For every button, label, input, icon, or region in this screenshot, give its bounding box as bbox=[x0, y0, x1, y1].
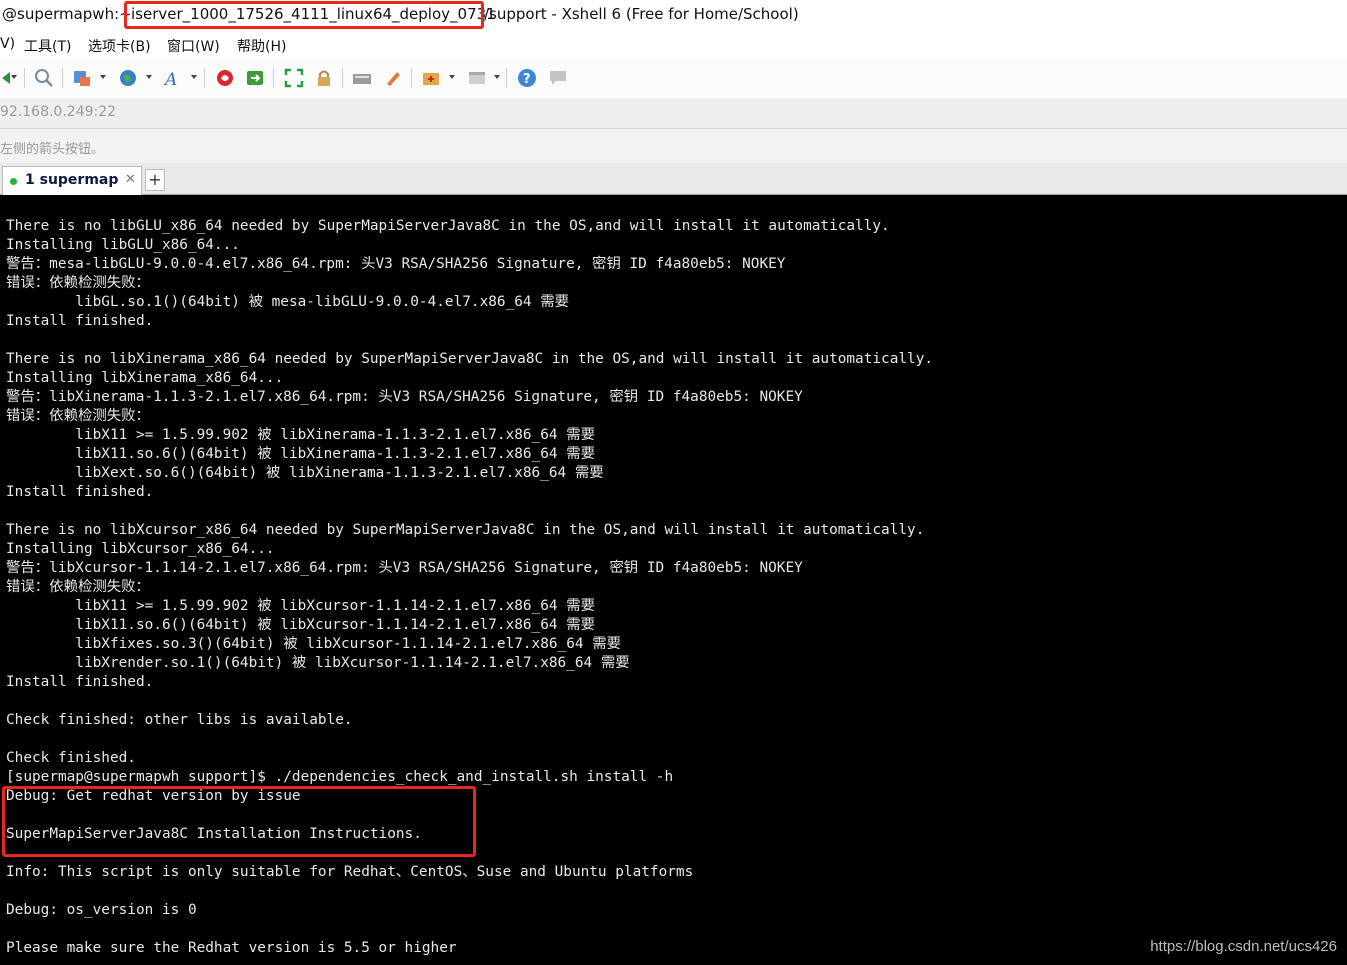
terminal-line: There is no libXinerama_x86_64 needed by… bbox=[6, 351, 934, 367]
terminal-line: Installing libXcursor_x86_64... bbox=[6, 541, 275, 557]
toolbar-separator bbox=[62, 68, 63, 88]
terminal-line: Installing libGLU_x86_64... bbox=[6, 237, 240, 253]
terminal-line: Installing libXinerama_x86_64... bbox=[6, 370, 284, 386]
watermark: https://blog.csdn.net/ucs426 bbox=[1150, 938, 1337, 955]
keyboard-icon[interactable] bbox=[352, 68, 372, 88]
toolbar-separator bbox=[342, 68, 343, 88]
terminal-line: 错误：依赖检测失败： bbox=[6, 579, 150, 595]
menu-item-window[interactable]: 窗口(W) bbox=[167, 36, 220, 56]
terminal-line: libXrender.so.1()(64bit) 被 libXcursor-1.… bbox=[6, 655, 630, 671]
terminal-output[interactable]: There is no libGLU_x86_64 needed by Supe… bbox=[0, 195, 1347, 965]
toolbar-separator bbox=[24, 68, 25, 88]
hint-bar: 左侧的箭头按钮。 bbox=[0, 129, 1347, 163]
svg-text:?: ? bbox=[523, 72, 531, 87]
terminal-line: libX11.so.6()(64bit) 被 libXinerama-1.1.3… bbox=[6, 446, 595, 462]
terminal-line: Check finished: other libs is available. bbox=[6, 712, 353, 728]
menu-item-tools[interactable]: 工具(T) bbox=[24, 36, 71, 56]
new-tab-button[interactable]: + bbox=[145, 169, 165, 191]
highlight-icon[interactable] bbox=[383, 68, 403, 88]
properties-icon[interactable] bbox=[72, 68, 92, 88]
terminal-line: 错误：依赖检测失败： bbox=[6, 408, 150, 424]
terminal-line: libX11 >= 1.5.99.902 被 libXinerama-1.1.3… bbox=[6, 427, 595, 443]
chevron-down-icon[interactable] bbox=[100, 75, 106, 79]
address-text: 92.168.0.249:22 bbox=[0, 104, 117, 120]
window-title-bar: @supermapwh:~ iserver_1000_17526_4111_li… bbox=[0, 0, 1347, 30]
terminal-line: There is no libXcursor_x86_64 needed by … bbox=[6, 522, 925, 538]
terminal-line: Info: This script is only suitable for R… bbox=[6, 864, 694, 880]
terminal-line: 警告：libXcursor-1.1.14-2.1.el7.x86_64.rpm:… bbox=[6, 560, 803, 576]
menu-item-help[interactable]: 帮助(H) bbox=[237, 36, 286, 56]
toolbar: A ? bbox=[0, 58, 1347, 99]
terminal-line: There is no libGLU_x86_64 needed by Supe… bbox=[6, 218, 890, 234]
terminal-line: Debug: os_version is 0 bbox=[6, 902, 197, 918]
menu-item-view[interactable]: V) bbox=[0, 36, 15, 52]
title-prefix: @supermapwh:~ bbox=[2, 5, 132, 23]
close-icon[interactable]: ✕ bbox=[125, 172, 136, 187]
globe-icon[interactable] bbox=[118, 68, 138, 88]
chevron-down-icon[interactable] bbox=[191, 75, 197, 79]
terminal-line: Install finished. bbox=[6, 313, 154, 329]
xshell-logo-icon[interactable] bbox=[215, 68, 235, 88]
terminal-line: Install finished. bbox=[6, 484, 154, 500]
tab-label: 1 supermap bbox=[25, 172, 119, 188]
search-icon[interactable] bbox=[34, 68, 54, 88]
chevron-down-icon[interactable] bbox=[494, 75, 500, 79]
terminal-line: libX11 >= 1.5.99.902 被 libXcursor-1.1.14… bbox=[6, 598, 595, 614]
toolbar-separator bbox=[204, 68, 205, 88]
terminal-line: 警告：libXinerama-1.1.3-2.1.el7.x86_64.rpm:… bbox=[6, 389, 803, 405]
terminal-line: libXext.so.6()(64bit) 被 libXinerama-1.1.… bbox=[6, 465, 604, 481]
toolbar-separator bbox=[506, 68, 507, 88]
terminal-line: libXfixes.so.3()(64bit) 被 libXcursor-1.1… bbox=[6, 636, 621, 652]
terminal-line: libX11.so.6()(64bit) 被 libXcursor-1.1.14… bbox=[6, 617, 595, 633]
new-session-icon[interactable] bbox=[0, 68, 20, 88]
tab-supermap[interactable]: 1 supermap ✕ bbox=[2, 166, 142, 195]
connection-status-icon bbox=[10, 178, 17, 185]
svg-text:A: A bbox=[163, 70, 177, 88]
fullscreen-icon[interactable] bbox=[284, 68, 304, 88]
tab-bar: 1 supermap ✕ + bbox=[0, 163, 1347, 195]
chevron-down-icon[interactable] bbox=[11, 75, 17, 79]
title-annotation-box bbox=[124, 1, 484, 29]
terminal-line: libGL.so.1()(64bit) 被 mesa-libGLU-9.0.0-… bbox=[6, 294, 570, 310]
terminal-line: 错误：依赖检测失败： bbox=[6, 275, 150, 291]
lock-icon[interactable] bbox=[314, 68, 334, 88]
terminal-line: Check finished. bbox=[6, 750, 136, 766]
menu-bar: V) 工具(T) 选项卡(B) 窗口(W) 帮助(H) bbox=[0, 30, 1347, 58]
menu-item-tabs[interactable]: 选项卡(B) bbox=[88, 36, 151, 56]
chat-icon[interactable] bbox=[548, 68, 568, 88]
chevron-down-icon[interactable] bbox=[449, 75, 455, 79]
chevron-down-icon[interactable] bbox=[146, 75, 152, 79]
xftp-icon[interactable] bbox=[245, 68, 265, 88]
output-annotation-box bbox=[2, 786, 476, 857]
terminal-line: Install finished. bbox=[6, 674, 154, 690]
help-icon[interactable]: ? bbox=[517, 68, 537, 88]
hint-text: 左侧的箭头按钮。 bbox=[0, 142, 105, 157]
address-bar[interactable]: 92.168.0.249:22 bbox=[0, 98, 1347, 129]
toolbar-separator bbox=[273, 68, 274, 88]
terminal-line: [supermap@supermapwh support]$ ./depende… bbox=[6, 769, 674, 785]
terminal-line: Please make sure the Redhat version is 5… bbox=[6, 940, 457, 956]
font-icon[interactable]: A bbox=[163, 68, 183, 88]
layout-icon[interactable] bbox=[467, 68, 487, 88]
toolbar-separator bbox=[411, 68, 412, 88]
title-suffix: /support - Xshell 6 (Free for Home/Schoo… bbox=[484, 5, 799, 23]
folder-add-icon[interactable] bbox=[421, 68, 441, 88]
terminal-line: 警告：mesa-libGLU-9.0.0-4.el7.x86_64.rpm: 头… bbox=[6, 256, 786, 272]
